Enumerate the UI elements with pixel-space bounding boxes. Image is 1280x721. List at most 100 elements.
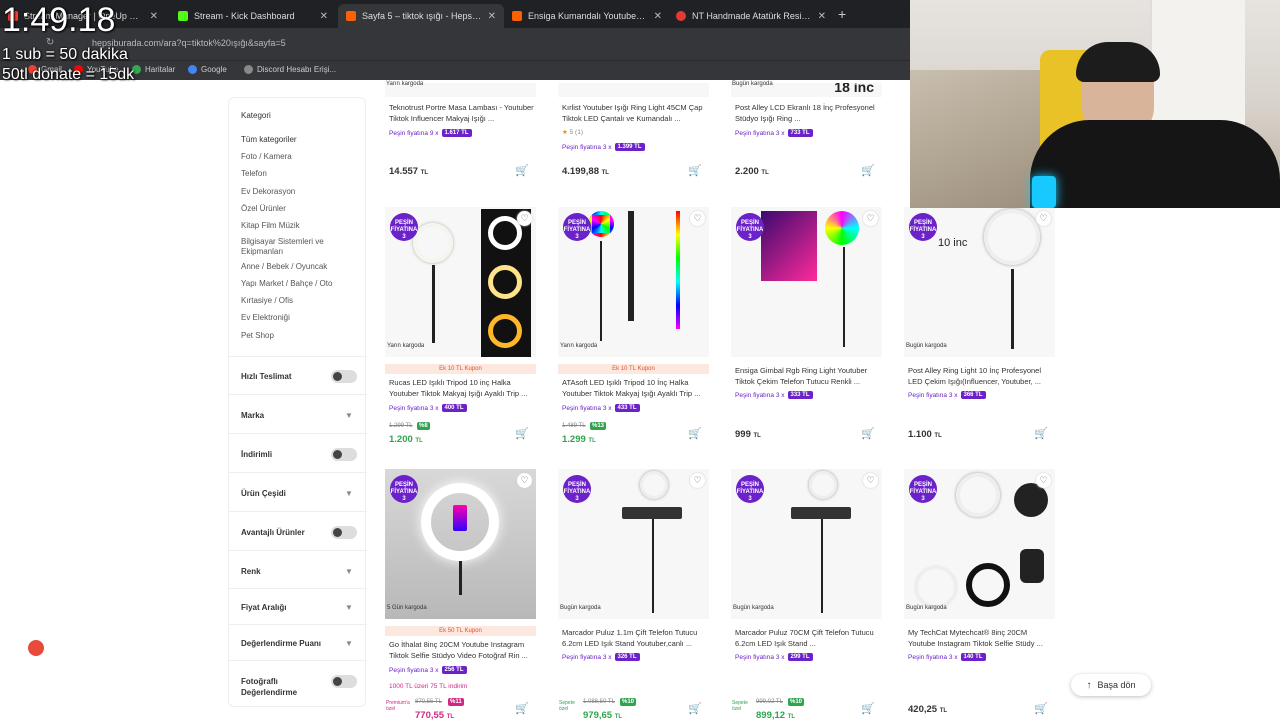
phone-holder-graphic	[791, 507, 851, 519]
bookmark-haritalar[interactable]: Haritalar	[132, 65, 175, 74]
product-title[interactable]: Teknotrust Portre Masa Lambası - Youtube…	[389, 102, 535, 124]
favorite-heart-icon[interactable]: ♡	[863, 473, 878, 488]
filter-rating[interactable]: Değerlendirme Puanı ▼	[229, 624, 367, 660]
favorite-heart-icon[interactable]: ♡	[690, 473, 705, 488]
discounted-toggle[interactable]	[331, 448, 357, 461]
advantageous-toggle[interactable]	[331, 526, 357, 539]
category-item[interactable]: Yapı Market / Bahçe / Oto	[241, 279, 351, 289]
product-card[interactable]: PEŞİN FİYATINA 3 ♡ Bugün kargoda My TechCa…	[903, 469, 1056, 720]
tab-label: Stream - Kick Dashboard	[194, 11, 295, 21]
favorite-heart-icon[interactable]: ♡	[1036, 473, 1051, 488]
new-tab-button[interactable]: +	[838, 6, 846, 22]
add-to-cart-icon[interactable]: 🛒	[688, 164, 702, 177]
product-card[interactable]: PEŞİN FİYATINA 3 ♡ Yarın kargoda Ek 10 TL …	[384, 207, 537, 447]
product-image[interactable]: PEŞİN FİYATINA 3 ♡ Yarın kargoda	[385, 207, 536, 357]
close-icon[interactable]: ✕	[320, 11, 328, 22]
category-item[interactable]: Foto / Kamera	[241, 152, 351, 162]
product-image[interactable]: PEŞİN FİYATINA 3 ♡ Bugün kargoda	[558, 469, 709, 619]
add-to-cart-icon[interactable]: 🛒	[861, 702, 875, 715]
cart-special-tag: Sepete özel	[559, 700, 575, 712]
add-to-cart-icon[interactable]: 🛒	[688, 702, 702, 715]
filter-brand[interactable]: Marka ▼	[229, 394, 367, 433]
product-title[interactable]: Ensiga Gimbal Rgb Ring Light Youtuber Ti…	[735, 365, 881, 387]
product-title[interactable]: ATAsoft LED Işıklı Tripod 10 İnç Halka Y…	[562, 377, 708, 399]
product-card[interactable]: Yarın kargoda Teknotrust Portre Masa Lam…	[384, 81, 537, 186]
bookmark-discord[interactable]: Discord Hesabı Erişi...	[244, 65, 336, 74]
product-image[interactable]: PEŞİN FİYATINA 3 ♡ Bugün kargoda	[731, 469, 882, 619]
tab-kick-dashboard[interactable]: Stream - Kick Dashboard ✕	[170, 4, 336, 28]
product-price: 899,12 TL	[756, 710, 796, 721]
product-image[interactable]: PEŞİN FİYATINA 3 ♡ Bugün kargoda	[904, 469, 1055, 619]
category-item[interactable]: Bilgisayar Sistemleri ve Ekipmanları	[241, 237, 351, 257]
close-icon[interactable]: ✕	[818, 11, 826, 22]
product-image[interactable]	[558, 83, 709, 97]
product-title[interactable]: Post Alley Ring Light 10 İnç Profesyonel…	[908, 365, 1054, 387]
product-title[interactable]: Marcador Puluz 1.1m Çift Telefon Tutucu …	[562, 627, 708, 649]
product-image[interactable]: PEŞİN FİYATINA 3 ♡ 5 Gün kargoda	[385, 469, 536, 619]
tab-ensiga[interactable]: Ensiga Kumandalı Youtuber Tiktok ✕	[504, 4, 670, 28]
product-title[interactable]: Post Alley LCD Ekranlı 18 İnç Profesyone…	[735, 102, 881, 124]
category-item[interactable]: Ev Elektroniği	[241, 313, 351, 323]
product-card[interactable]: PEŞİN FİYATINA 3 ♡ Bugün kargoda Marcador …	[730, 469, 883, 721]
shipping-label: Yarın kargoda	[560, 343, 598, 349]
filter-product-type[interactable]: Ürün Çeşidi ▼	[229, 472, 367, 511]
product-title[interactable]: My TechCat Mytechcat® 8inç 20CM Youtube …	[908, 627, 1054, 649]
close-icon[interactable]: ✕	[150, 11, 158, 22]
add-to-cart-icon[interactable]: 🛒	[861, 164, 875, 177]
old-price: 1.088,50 TL	[583, 699, 615, 705]
add-to-cart-icon[interactable]: 🛒	[515, 164, 529, 177]
category-item[interactable]: Ev Dekorasyon	[241, 187, 351, 197]
filter-fast-delivery[interactable]: Hızlı Teslimat	[229, 356, 367, 394]
category-item[interactable]: Kırtasiye / Ofis	[241, 296, 351, 306]
favorite-heart-icon[interactable]: ♡	[517, 211, 532, 226]
add-to-cart-icon[interactable]: 🛒	[688, 427, 702, 440]
add-to-cart-icon[interactable]: 🛒	[515, 702, 529, 715]
filter-price-range[interactable]: Fiyat Aralığı ▼	[229, 588, 367, 624]
category-item[interactable]: Kitap Film Müzik	[241, 221, 351, 231]
product-card[interactable]: PEŞİN FİYATINA 3 ♡ Yarın kargoda Ek 10 TL …	[557, 207, 710, 447]
tab-hepsiburada-search[interactable]: Sayfa 5 – tiktok ışığı - Hepsiburada ✕	[338, 4, 504, 28]
back-to-top-button[interactable]: ↑ Başa dön	[1071, 674, 1151, 696]
add-to-cart-icon[interactable]: 🛒	[1034, 427, 1048, 440]
tab-nt-handmade[interactable]: NT Handmade Atatürk Resimleri ✕	[668, 4, 834, 28]
close-icon[interactable]: ✕	[654, 11, 662, 22]
category-item[interactable]: Telefon	[241, 169, 351, 179]
filter-color[interactable]: Renk ▼	[229, 550, 367, 588]
product-title[interactable]: Rucas LED Işıklı Tripod 10 inç Halka You…	[389, 377, 535, 399]
product-title[interactable]: Go İthalat 8inç 20CM Youtube Instagram T…	[389, 639, 535, 661]
filter-advantageous[interactable]: Avantajlı Ürünler	[229, 511, 367, 550]
add-to-cart-icon[interactable]: 🛒	[861, 427, 875, 440]
installment-info: Peşin fiyatına 3 x 733 TL	[735, 129, 813, 137]
product-card[interactable]: 18 inc Bugün kargoda Post Alley LCD Ekra…	[730, 81, 883, 186]
category-item[interactable]: Tüm kategoriler	[241, 135, 351, 145]
product-card[interactable]: PEŞİN FİYATINA 3 ♡ Ensiga Gimbal Rgb Ring …	[730, 207, 883, 447]
product-title[interactable]: Kırlist Youtuber Işığı Ring Light 45CM Ç…	[562, 102, 708, 124]
product-image[interactable]: 10 inc PEŞİN FİYATINA 3 ♡ Bugün kargoda	[904, 207, 1055, 357]
product-card[interactable]: PEŞİN FİYATINA 3 ♡ 5 Gün kargoda Ek 50 TL …	[384, 469, 537, 721]
fast-delivery-toggle[interactable]	[331, 370, 357, 383]
product-title[interactable]: Marcador Puluz 70CM Çift Telefon Tutucu …	[735, 627, 881, 649]
product-card[interactable]: 10 inc PEŞİN FİYATINA 3 ♡ Bugün kargoda Po…	[903, 207, 1056, 447]
address-bar[interactable]: ↻ hepsiburada.com/ara?q=tiktok%20ışığı&s…	[0, 28, 910, 60]
close-icon[interactable]: ✕	[488, 11, 496, 22]
add-to-cart-icon[interactable]: 🛒	[515, 427, 529, 440]
product-price: 770,55 TL	[415, 710, 455, 721]
filter-photo-reviews[interactable]: Fotoğraflı Değerlendirme	[229, 660, 367, 706]
bookmark-google[interactable]: Google	[188, 65, 227, 74]
category-item[interactable]: Özel Ürünler	[241, 204, 351, 214]
tripod-graphic	[821, 519, 823, 613]
ring-light-graphic	[809, 471, 837, 499]
add-to-cart-icon[interactable]: 🛒	[1034, 702, 1048, 715]
filter-discounted[interactable]: İndirimli	[229, 433, 367, 472]
photo-reviews-toggle[interactable]	[331, 675, 357, 688]
favorite-heart-icon[interactable]: ♡	[690, 211, 705, 226]
favorite-heart-icon[interactable]: ♡	[517, 473, 532, 488]
category-item[interactable]: Pet Shop	[241, 331, 351, 341]
favorite-heart-icon[interactable]: ♡	[863, 211, 878, 226]
product-image[interactable]: PEŞİN FİYATINA 3 ♡	[731, 207, 882, 357]
favorite-heart-icon[interactable]: ♡	[1036, 211, 1051, 226]
product-card[interactable]: Kırlist Youtuber Işığı Ring Light 45CM Ç…	[557, 83, 710, 186]
category-item[interactable]: Anne / Bebek / Oyuncak	[241, 262, 351, 272]
product-image[interactable]: PEŞİN FİYATINA 3 ♡ Yarın kargoda	[558, 207, 709, 357]
product-card[interactable]: PEŞİN FİYATINA 3 ♡ Bugün kargoda Marcador …	[557, 469, 710, 721]
